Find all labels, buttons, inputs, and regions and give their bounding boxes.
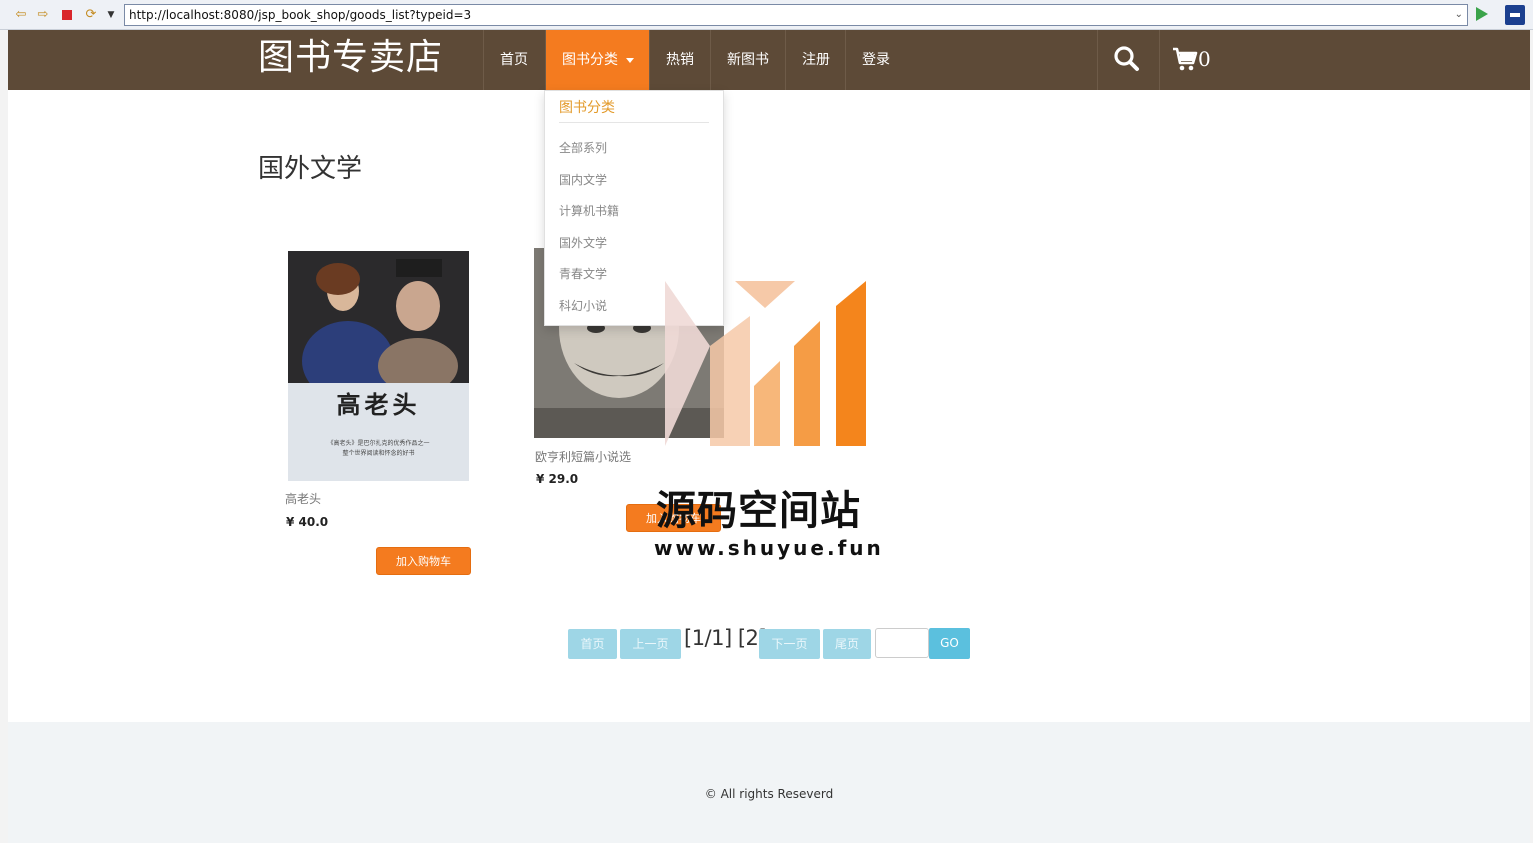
cart-button[interactable]: 0 [1172, 44, 1211, 74]
book-cover-subtitle: 《高老头》是巴尔扎克的优秀作品之一 整个世界阅读和怀念的好书 [327, 440, 430, 457]
caret-down-icon [626, 57, 634, 63]
footer-copyright: © All rights Reseverd [704, 787, 834, 801]
browser-toolbar: ⇦ ⇨ ⟳ ▼ http://localhost:8080/jsp_book_s… [0, 0, 1533, 30]
cart-icon [1173, 47, 1198, 71]
address-url: http://localhost:8080/jsp_book_shop/good… [129, 8, 472, 22]
header-divider [1097, 30, 1098, 90]
go-icon[interactable] [1476, 7, 1488, 21]
book-cover-title: 高老头 [336, 390, 421, 419]
dropdown-item-domestic[interactable]: 国内文学 [559, 171, 607, 188]
cart-count: 0 [1198, 47, 1211, 71]
external-browser-icon[interactable] [1505, 5, 1525, 25]
stop-icon[interactable] [58, 6, 76, 24]
dropdown-item-youth[interactable]: 青春文学 [559, 265, 607, 282]
watermark-title: 源码空间站 [656, 488, 861, 534]
book-title[interactable]: 高老头 [285, 490, 321, 507]
category-dropdown: 图书分类 全部系列 国内文学 计算机书籍 国外文学 青春文学 科幻小说 [544, 90, 724, 326]
dropdown-item-foreign[interactable]: 国外文学 [559, 234, 607, 251]
dropdown-item-computer[interactable]: 计算机书籍 [559, 202, 619, 219]
pager-first-button[interactable]: 首页 [568, 629, 617, 659]
footer: © All rights Reseverd [8, 722, 1530, 843]
header-divider [1159, 30, 1160, 90]
go-button[interactable]: GO [929, 628, 970, 659]
pager-info: [1/1] [2] [684, 626, 767, 650]
nav-login[interactable]: 登录 [845, 30, 907, 90]
search-button[interactable] [1112, 44, 1142, 74]
address-bar[interactable]: http://localhost:8080/jsp_book_shop/good… [124, 4, 1468, 26]
nav-categories[interactable]: 图书分类 [545, 30, 649, 90]
pager-last-button[interactable]: 尾页 [823, 629, 871, 659]
pager-prev-button[interactable]: 上一页 [620, 629, 681, 659]
dropdown-header: 图书分类 [559, 100, 615, 116]
dropdown-item-all[interactable]: 全部系列 [559, 139, 607, 156]
site-logo[interactable]: 图书专卖店 [258, 30, 484, 90]
history-dropdown-icon[interactable]: ▼ [102, 6, 120, 24]
book-price: ¥ 29.0 [536, 472, 579, 486]
nav-categories-label: 图书分类 [562, 52, 618, 68]
nav-home[interactable]: 首页 [483, 30, 545, 90]
nav-hot[interactable]: 热销 [649, 30, 710, 90]
forward-icon[interactable]: ⇨ [34, 6, 52, 24]
pager-next-button[interactable]: 下一页 [759, 629, 820, 659]
main-nav: 首页 图书分类 热销 新图书 注册 登录 [483, 30, 907, 90]
category-title: 国外文学 [258, 154, 363, 184]
dropdown-divider [559, 122, 709, 123]
back-icon[interactable]: ⇦ [12, 6, 30, 24]
search-icon [1114, 46, 1139, 71]
book-title[interactable]: 欧亨利短篇小说选 [535, 448, 631, 465]
nav-register[interactable]: 注册 [785, 30, 845, 90]
chevron-down-icon[interactable]: ⌄ [1455, 5, 1463, 25]
window-left-edge [0, 30, 8, 843]
add-to-cart-button[interactable]: 加入购物车 [376, 547, 471, 575]
page-number-input[interactable] [875, 628, 929, 658]
nav-new-books[interactable]: 新图书 [710, 30, 785, 90]
book-cover-image[interactable]: 高老头 《高老头》是巴尔扎克的优秀作品之一 整个世界阅读和怀念的好书 [288, 251, 469, 481]
book-price: ¥ 40.0 [286, 515, 329, 529]
watermark-url: www.shuyue.fun [654, 536, 884, 560]
dropdown-item-scifi[interactable]: 科幻小说 [559, 297, 607, 314]
refresh-icon[interactable]: ⟳ [82, 6, 100, 24]
